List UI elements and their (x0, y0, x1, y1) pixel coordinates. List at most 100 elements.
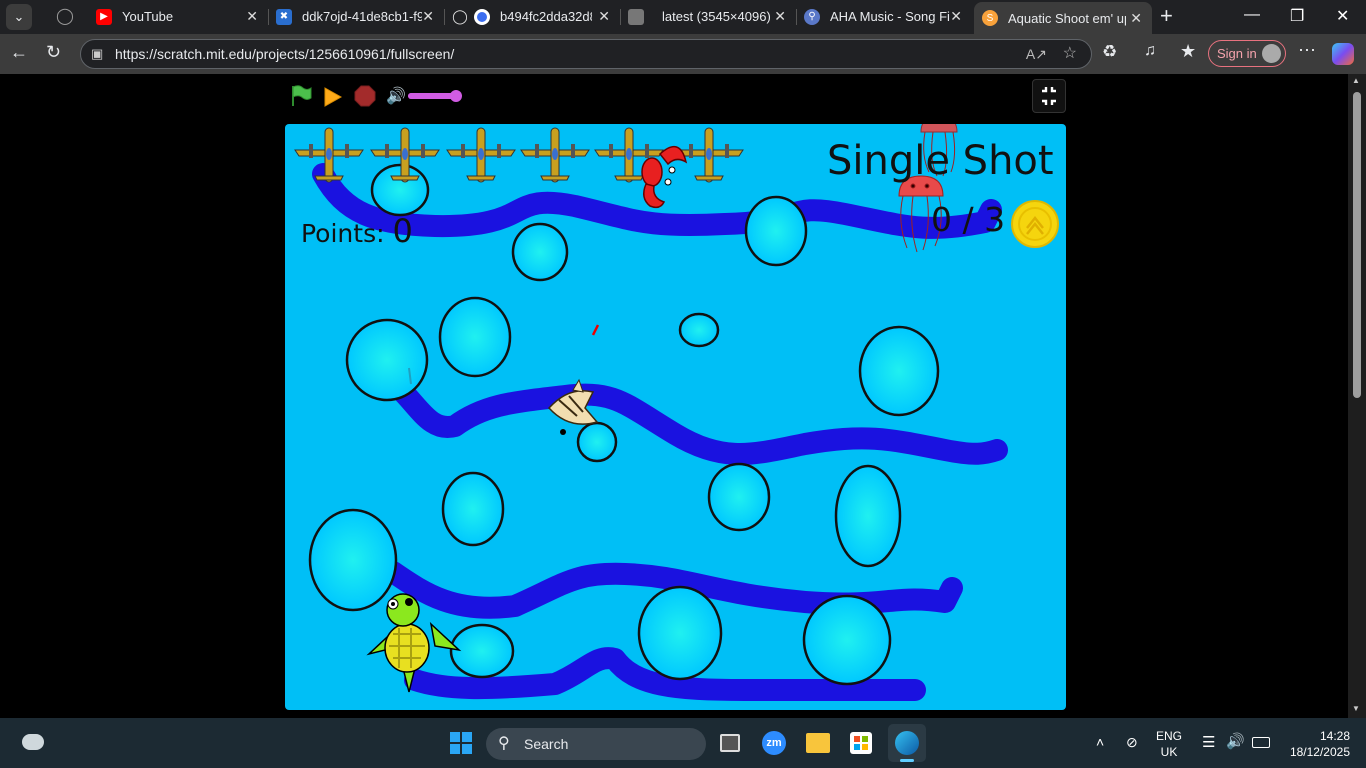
favorite-star-icon[interactable]: ☆ (1063, 40, 1077, 68)
youtube-icon: ▶ (96, 8, 112, 25)
language-indicator[interactable]: ENG UK (1156, 728, 1182, 760)
windows-taskbar: ⚲ Search zm ˄ ⊘ ENG UK ☰ 🔊 14:28 18/12/202… (0, 718, 1366, 768)
back-icon[interactable]: ← (10, 42, 28, 63)
zoom-app-icon[interactable]: zm (762, 731, 786, 755)
close-tab-icon[interactable]: ✕ (246, 8, 258, 25)
scroll-down-icon[interactable]: ▼ (1352, 704, 1360, 713)
tab-title: Aquatic Shoot em' up (1008, 10, 1126, 26)
copilot-icon[interactable] (1332, 43, 1354, 65)
battery-icon[interactable] (1252, 737, 1270, 748)
tab-list-chevron-icon[interactable]: ⌄ (6, 4, 32, 30)
bubble (834, 464, 902, 568)
bubble (308, 508, 398, 612)
tab-title: AHA Music - Song Fin (830, 9, 950, 24)
weather-icon[interactable] (22, 734, 44, 750)
show-hidden-icons-chevron[interactable]: ˄ (1096, 734, 1104, 750)
task-view-icon[interactable] (720, 734, 740, 752)
tab-b494fc2dda32d8[interactable]: ◯ b494fc2dda32d8 ✕ (444, 0, 620, 33)
record-icon (474, 8, 490, 25)
close-tab-icon[interactable]: ✕ (950, 8, 962, 25)
browser-tab-bar: ⌄ ◯ ▶ YouTube ✕ ✖ ddk7ojd-41de8cb1-f9 ✕ … (0, 0, 1366, 34)
plane-sprite (520, 127, 590, 183)
media-icon[interactable]: ♫ (1144, 42, 1156, 60)
avatar (1262, 44, 1281, 63)
red-projectile (591, 324, 600, 336)
tab-title: latest (3545×4096) (662, 9, 771, 24)
bubble (637, 585, 723, 681)
close-tab-icon[interactable]: ✕ (422, 8, 434, 25)
tab-aha-music[interactable]: ⚲ AHA Music - Song Fin ✕ (796, 0, 972, 33)
site-info-icon[interactable]: ▣ (91, 40, 103, 68)
volume-slider[interactable] (408, 90, 462, 102)
volume-slider-fill (408, 93, 456, 99)
search-icon: ⚲ (498, 735, 510, 752)
volume-tray-icon[interactable]: 🔊 (1226, 732, 1245, 750)
bubble (858, 325, 940, 417)
volume-slider-knob[interactable] (450, 90, 462, 102)
bubble (345, 318, 429, 402)
tab-title: b494fc2dda32d8 (500, 9, 592, 24)
tab-aquatic-shoot[interactable]: S Aquatic Shoot em' up ✕ (974, 2, 1152, 34)
green-flag-icon[interactable] (290, 84, 312, 108)
new-tab-button[interactable]: + (1160, 3, 1173, 29)
minimize-icon[interactable]: — (1244, 6, 1260, 24)
mode-title: Single Shot (827, 138, 1054, 184)
close-tab-icon[interactable]: ✕ (774, 8, 786, 25)
bubble (370, 163, 430, 217)
exit-fullscreen-icon (1042, 87, 1056, 105)
extensions-icon[interactable]: ♻ (1102, 42, 1117, 62)
bubble (744, 195, 808, 267)
file-explorer-icon[interactable] (806, 733, 830, 753)
plane-sprite (446, 127, 516, 183)
close-window-icon[interactable]: ✕ (1336, 6, 1349, 26)
exit-fullscreen-button[interactable] (1032, 79, 1066, 113)
scroll-up-icon[interactable]: ▲ (1352, 76, 1360, 85)
close-tab-icon[interactable]: ✕ (598, 8, 610, 25)
volume-icon[interactable]: 🔊 (386, 86, 406, 106)
address-field[interactable]: ▣ https://scratch.mit.edu/projects/12566… (80, 39, 1092, 69)
music-search-icon: ⚲ (804, 8, 820, 25)
points-label: Points: (301, 219, 385, 248)
restore-icon[interactable]: ❐ (1290, 6, 1304, 26)
image-icon (628, 8, 644, 25)
close-tab-icon[interactable]: ✕ (1130, 10, 1142, 27)
gold-coin-icon (1011, 200, 1059, 248)
page-scrollbar[interactable]: ▲ ▼ (1348, 74, 1366, 718)
bubble (438, 296, 512, 378)
refresh-icon[interactable]: ↻ (46, 42, 61, 63)
play-icon[interactable] (323, 86, 343, 108)
game-stage[interactable]: Single Shot Points: 0 0 / 3 (285, 124, 1066, 710)
scratch-icon: S (982, 10, 998, 26)
plane-sprite (294, 127, 364, 183)
taskbar-search[interactable]: ⚲ Search (486, 728, 706, 760)
bubble (678, 312, 720, 348)
url-text: https://scratch.mit.edu/projects/1256610… (115, 46, 455, 62)
tab-latest-image[interactable]: latest (3545×4096) ✕ (620, 0, 796, 33)
start-button[interactable] (450, 732, 472, 754)
tab-youtube[interactable]: ▶ YouTube ✕ (88, 0, 268, 33)
store-icon[interactable] (850, 732, 872, 754)
shots-progress: 0 / 3 (931, 200, 1006, 239)
tab-ddk7ojd[interactable]: ✖ ddk7ojd-41de8cb1-f9 ✕ (268, 0, 444, 33)
more-menu-icon[interactable]: ⋯ (1298, 40, 1316, 61)
stop-icon[interactable] (354, 85, 376, 107)
edge-browser-icon[interactable] (888, 724, 926, 762)
globe-icon: ◯ (452, 8, 468, 24)
x-logo-icon: ✖ (276, 8, 292, 25)
bubble (449, 623, 515, 679)
bubble (707, 462, 771, 532)
sign-in-button[interactable]: Sign in (1208, 40, 1286, 67)
points-display: Points: 0 (301, 212, 413, 250)
notifications-off-icon[interactable]: ⊘ (1126, 734, 1138, 751)
bubble (802, 594, 892, 686)
favorites-icon[interactable]: ★ (1180, 41, 1196, 62)
read-aloud-icon[interactable]: A↗ (1026, 40, 1047, 68)
bubble (511, 222, 569, 282)
wifi-icon[interactable]: ☰ (1202, 733, 1215, 751)
workspaces-globe-icon[interactable]: ◯ (56, 6, 74, 26)
bubble (441, 471, 505, 547)
scrollbar-thumb[interactable] (1353, 92, 1361, 398)
bubble (576, 421, 618, 463)
clock[interactable]: 14:28 18/12/2025 (1280, 728, 1350, 760)
browser-toolbar: ← ↻ ▣ https://scratch.mit.edu/projects/1… (0, 34, 1366, 74)
